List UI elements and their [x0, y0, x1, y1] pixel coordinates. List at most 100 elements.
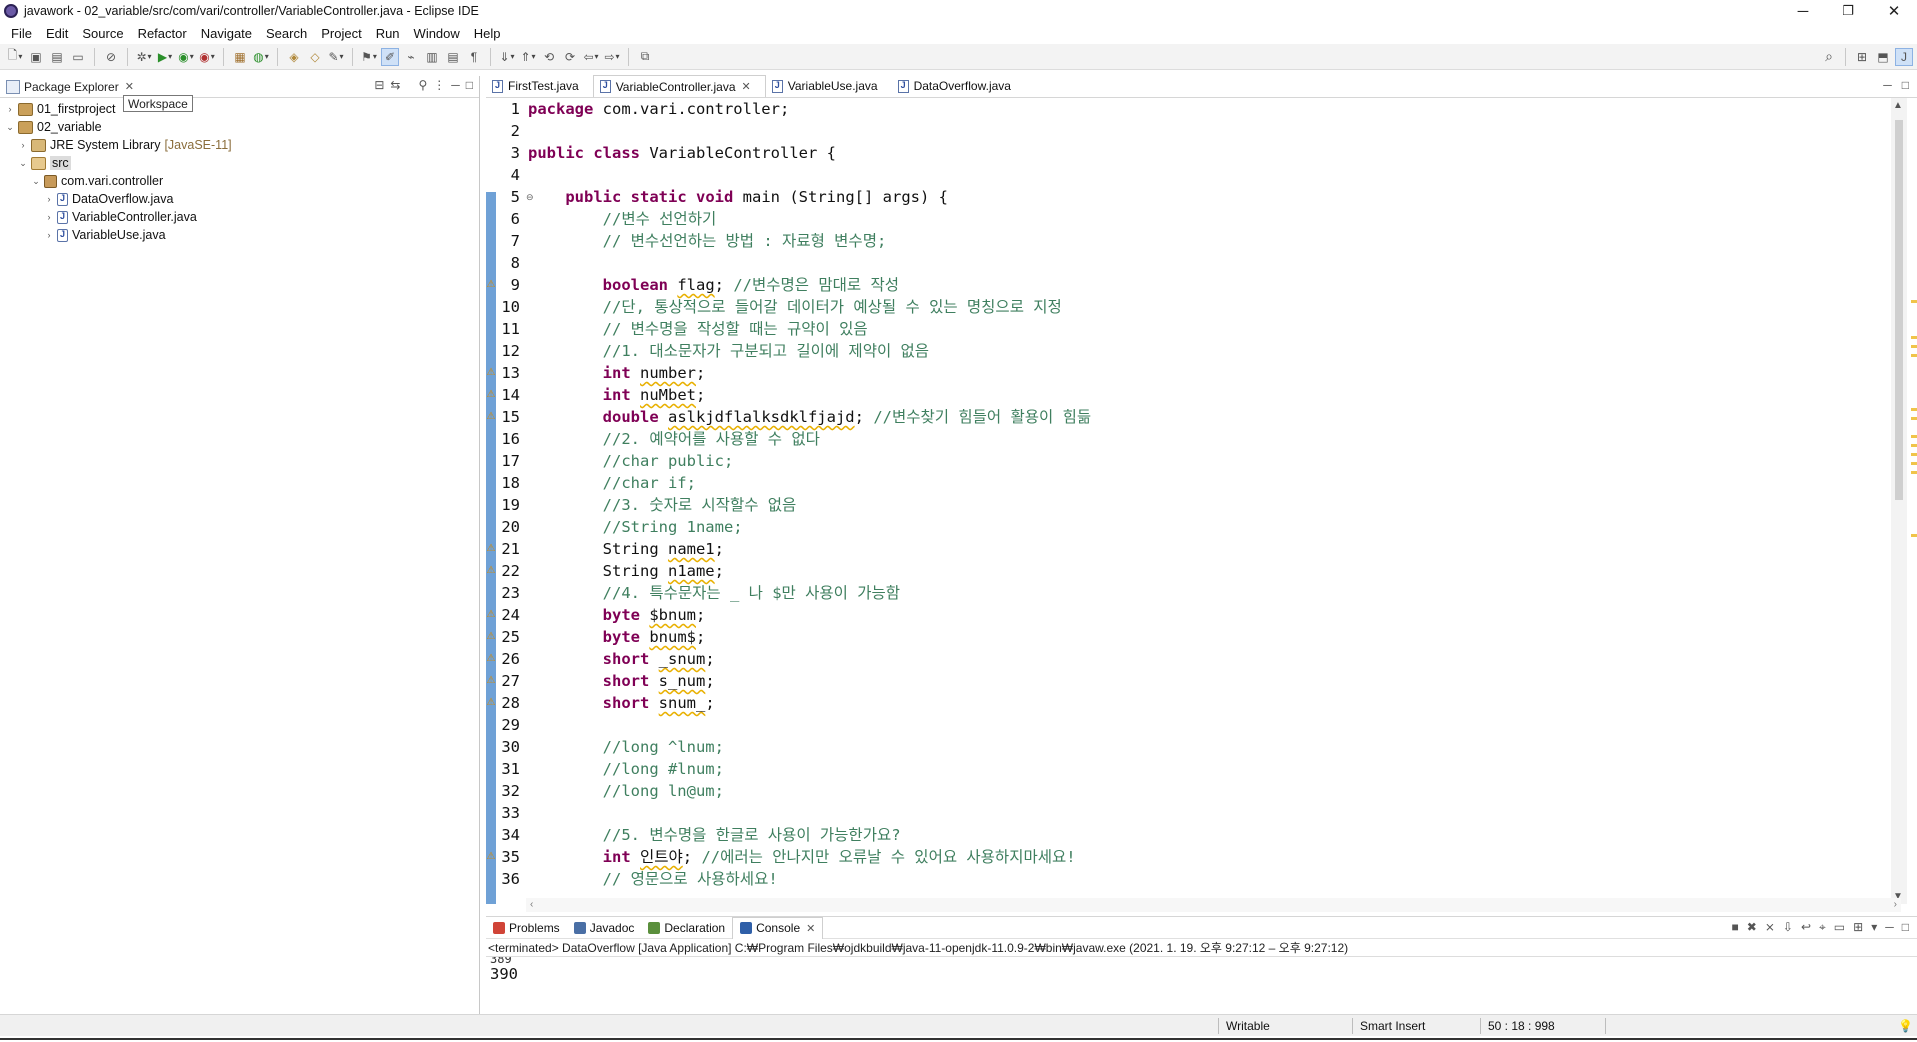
open-type-icon[interactable]: ◈ [285, 48, 303, 66]
tab-console[interactable]: Console ✕ [732, 916, 824, 939]
scroll-right-icon[interactable]: › [1894, 899, 1897, 910]
open-task-icon[interactable]: ◇ [306, 48, 324, 66]
maximize-view-icon[interactable]: □ [466, 78, 473, 92]
code-line[interactable] [528, 802, 1901, 824]
code-line[interactable] [528, 714, 1901, 736]
link-with-editor-icon[interactable]: ⇆ [390, 78, 400, 92]
warning-marker-icon[interactable]: ⚠ [486, 279, 496, 291]
overview-warning-mark[interactable] [1911, 453, 1917, 456]
scrollbar-thumb[interactable] [1895, 120, 1903, 500]
editor-tab[interactable]: VariableController.java ✕ [592, 75, 766, 97]
code-line[interactable]: String name1; [528, 538, 1901, 560]
toggle-breadcrumb-icon[interactable]: ⌁ [402, 48, 420, 66]
close-icon[interactable]: ✕ [125, 80, 134, 93]
scroll-lock-icon[interactable]: ⇩ [1783, 920, 1793, 935]
expand-icon[interactable]: › [17, 140, 29, 150]
menu-window[interactable]: Window [407, 26, 467, 41]
collapse-all-icon[interactable]: ⊟ [374, 78, 384, 92]
tree-item[interactable]: › 01_firstproject [0, 100, 479, 118]
maximize-button[interactable]: ❐ [1826, 0, 1870, 22]
code-line[interactable]: // 영문으로 사용하세요! [528, 868, 1901, 890]
word-wrap-icon[interactable]: ▤ [444, 48, 462, 66]
minimize-button[interactable]: ─ [1781, 0, 1825, 22]
code-line[interactable]: boolean flag; //변수명은 맘대로 작성 [528, 274, 1901, 296]
editor-vertical-scrollbar[interactable]: ▲ ▼ [1891, 98, 1907, 904]
open-perspective-icon[interactable]: ⊞ [1853, 48, 1871, 66]
code-line[interactable] [528, 252, 1901, 274]
code-line[interactable]: short _snum; [528, 648, 1901, 670]
code-line[interactable]: //2. 예약어를 사용할 수 없다 [528, 428, 1901, 450]
code-line[interactable]: //char if; [528, 472, 1901, 494]
menu-edit[interactable]: Edit [39, 26, 75, 41]
block-selection-icon[interactable]: ▥ [423, 48, 441, 66]
word-wrap-console-icon[interactable]: ↩ [1801, 920, 1811, 935]
code-line[interactable]: int 인트야; //에러는 안나지만 오류날 수 있어요 사용하지마세요! [528, 846, 1901, 868]
forward-history-icon[interactable]: ⟳ [561, 48, 579, 66]
debug-icon[interactable]: ✲ [135, 48, 153, 66]
open-console-icon[interactable]: ⊞ [1853, 920, 1863, 935]
back-arrow-icon[interactable]: ⇦ [582, 48, 600, 66]
tree-item[interactable]: ⌄ src [0, 154, 479, 172]
view-menu-icon[interactable]: ⋮ [433, 78, 445, 92]
run-icon[interactable]: ▶ [156, 48, 174, 66]
toggle-mark-occurrences-icon[interactable]: ✐ [381, 47, 399, 66]
menu-file[interactable]: File [4, 26, 39, 41]
warning-marker-icon[interactable]: ⚠ [486, 411, 496, 423]
tab-javadoc[interactable]: Javadoc [567, 917, 642, 939]
maximize-console-icon[interactable]: □ [1902, 920, 1909, 935]
menu-refactor[interactable]: Refactor [131, 26, 194, 41]
overview-warning-mark[interactable] [1911, 336, 1917, 339]
tree-item[interactable]: ⌄ com.vari.controller [0, 172, 479, 190]
toggle-ant-editor-icon[interactable]: ⚑ [360, 48, 378, 66]
console-output[interactable]: 389 390 [486, 957, 1917, 983]
code-line[interactable]: public static void main (String[] args) … [528, 186, 1901, 208]
expand-icon[interactable]: › [43, 230, 55, 240]
menu-project[interactable]: Project [314, 26, 368, 41]
lightbulb-icon[interactable]: 💡 [1898, 1019, 1913, 1033]
expand-icon[interactable]: › [43, 194, 55, 204]
code-line[interactable] [528, 164, 1901, 186]
code-line[interactable]: int nuMbet; [528, 384, 1901, 406]
menu-navigate[interactable]: Navigate [194, 26, 259, 41]
terminate-icon[interactable]: ■ [1732, 920, 1739, 935]
display-selected-console-icon[interactable]: ▾ [1871, 920, 1877, 935]
code-line[interactable]: //변수 선언하기 [528, 208, 1901, 230]
skip-breakpoints-icon[interactable]: ⊘ [102, 48, 120, 66]
warning-marker-icon[interactable]: ⚠ [486, 851, 496, 863]
new-icon[interactable]: 🗋 [6, 48, 24, 66]
expand-icon[interactable]: › [4, 104, 16, 114]
tree-item[interactable]: › JRE System Library [JavaSE-11] [0, 136, 479, 154]
close-icon[interactable]: ✕ [806, 922, 815, 935]
new-java-class-icon[interactable]: ◍ [252, 48, 270, 66]
editor-horizontal-scrollbar[interactable]: ‹ › [526, 898, 1901, 912]
menu-run[interactable]: Run [369, 26, 407, 41]
new-java-package-icon[interactable]: ▦ [231, 48, 249, 66]
code-line[interactable] [528, 120, 1901, 142]
tree-item[interactable]: › VariableController.java [0, 208, 479, 226]
coverage-icon[interactable]: ◉ [177, 48, 195, 66]
overview-warning-mark[interactable] [1911, 300, 1917, 303]
warning-marker-icon[interactable]: ⚠ [486, 609, 496, 621]
java-ee-perspective-icon[interactable]: ⬒ [1874, 48, 1892, 66]
code-line[interactable]: //long ln@um; [528, 780, 1901, 802]
save-all-icon[interactable]: ▤ [48, 48, 66, 66]
terminal-icon[interactable]: ▭ [69, 48, 87, 66]
code-line[interactable]: //5. 변수명을 한글로 사용이 가능한가요? [528, 824, 1901, 846]
menu-source[interactable]: Source [75, 26, 130, 41]
save-icon[interactable]: ▣ [27, 48, 45, 66]
overview-warning-mark[interactable] [1911, 354, 1917, 357]
pin-editor-icon[interactable]: ⧉ [636, 48, 654, 66]
code-line[interactable]: //1. 대소문자가 구분되고 길이에 제약이 없음 [528, 340, 1901, 362]
editor-tab[interactable]: VariableUse.java [766, 75, 892, 97]
filter-icon[interactable]: ⚲ [418, 78, 427, 92]
warning-marker-icon[interactable]: ⚠ [486, 697, 496, 709]
maximize-editor-icon[interactable]: □ [1902, 78, 1909, 92]
collapse-icon[interactable]: ⌄ [30, 176, 42, 187]
overview-warning-mark[interactable] [1911, 345, 1917, 348]
tab-declaration[interactable]: Declaration [641, 917, 732, 939]
overview-warning-mark[interactable] [1911, 462, 1917, 465]
warning-marker-icon[interactable]: ⚠ [486, 631, 496, 643]
code-text[interactable]: package com.vari.controller; public class… [528, 98, 1901, 890]
code-line[interactable]: int number; [528, 362, 1901, 384]
editor-tab[interactable]: DataOverflow.java [892, 75, 1025, 97]
